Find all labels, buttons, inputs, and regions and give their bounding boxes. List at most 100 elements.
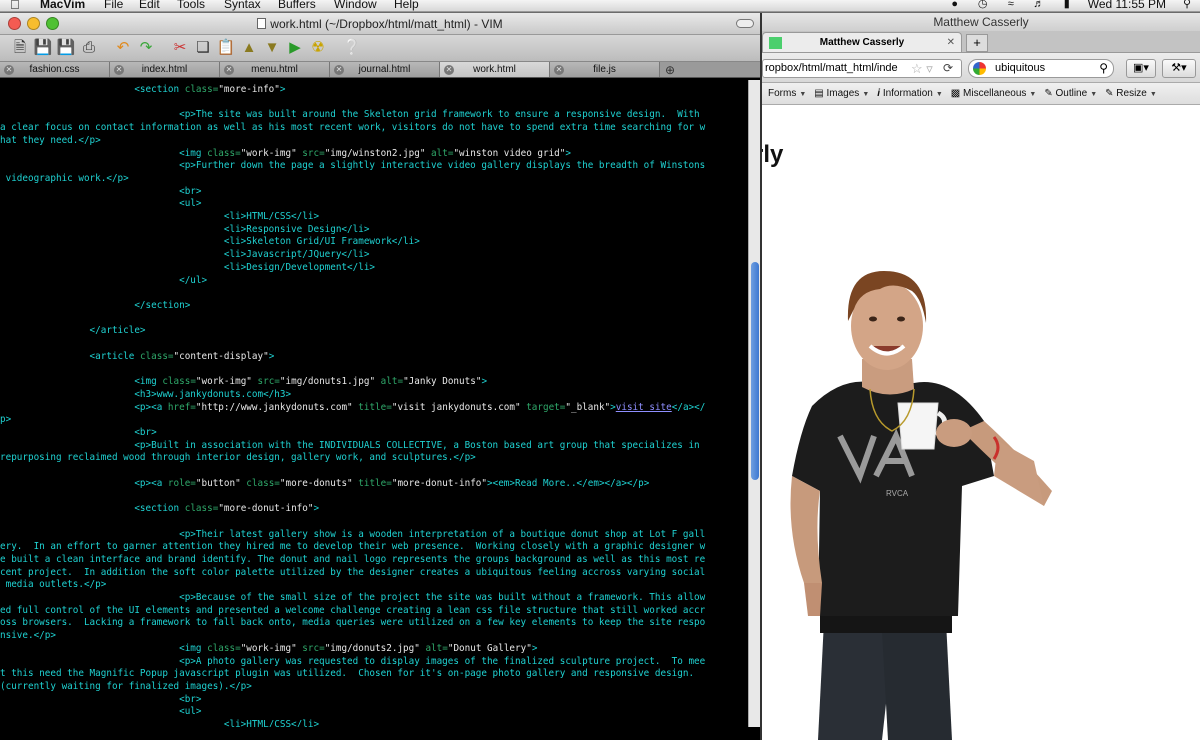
tab-index-html[interactable]: ✕ index.html	[110, 62, 220, 77]
window-zoom-button[interactable]	[46, 17, 59, 30]
dropdown-arrow-icon: ▼	[862, 91, 870, 98]
menu-window[interactable]: Window	[334, 0, 377, 10]
close-tab-icon[interactable]: ✕	[114, 65, 124, 75]
browser-tab-active[interactable]: Matthew Casserly ✕	[762, 32, 962, 52]
tab-file-js[interactable]: ✕ file.js	[550, 62, 660, 77]
vim-scrollbar[interactable]	[748, 80, 760, 727]
time-machine-icon[interactable]: ◷	[976, 0, 990, 10]
menu-buffers[interactable]: Buffers	[278, 0, 316, 10]
code-string: "_blank"	[565, 401, 611, 413]
new-tab-button[interactable]: +	[966, 34, 988, 52]
tab-label: file.js	[593, 64, 616, 75]
close-tab-icon[interactable]: ✕	[334, 65, 344, 75]
reload-icon[interactable]: ⟳	[943, 60, 953, 77]
devbar-outline[interactable]: ✎ Outline ▼	[1044, 83, 1097, 104]
code-line: <li>HTML/CSS</li>	[0, 719, 319, 727]
code-line: <img class="work-img" src="img/winston2.…	[0, 148, 571, 161]
code-text: <p><a	[0, 477, 168, 489]
menu-file[interactable]: File	[104, 0, 123, 10]
menubar-clock[interactable]: Wed 11:55 PM	[1088, 0, 1166, 10]
close-tab-icon[interactable]: ✕	[224, 65, 234, 75]
devbar-miscellaneous[interactable]: ▩ Miscellaneous ▼	[951, 83, 1037, 104]
code-string: "img/donuts1.jpg"	[279, 376, 376, 388]
paste-icon[interactable]: 📋	[216, 38, 236, 58]
code-text: <article	[0, 350, 140, 362]
tab-label: menu.html	[251, 64, 298, 75]
tab-fashion-css[interactable]: ✕ fashion.css	[0, 62, 110, 77]
menu-edit[interactable]: Edit	[139, 0, 160, 10]
code-line: <li>Design/Development</li>	[0, 262, 375, 275]
run-icon[interactable]: ▶	[285, 38, 305, 58]
code-line: <p>Their latest gallery show is a wooden…	[0, 529, 705, 542]
devbar-forms[interactable]: Forms ▼	[768, 83, 806, 104]
search-icon[interactable]: ⚲	[1099, 60, 1108, 77]
vim-editor-buffer[interactable]: <section class="more-info"> <p>The site …	[0, 80, 748, 727]
menu-syntax[interactable]: Syntax	[224, 0, 261, 10]
window-minimize-button[interactable]	[27, 17, 40, 30]
apple-menu-icon[interactable]: 	[10, 0, 20, 11]
code-line: <h3>www.jankydonuts.com</h3>	[0, 389, 291, 402]
devbar-information[interactable]: i Information ▼	[877, 83, 943, 104]
code-string: "work-img"	[240, 147, 297, 159]
wifi-icon[interactable]: ≈	[1004, 0, 1018, 10]
bookmarks-menu-button[interactable]: ▣▾	[1126, 59, 1156, 78]
help-icon[interactable]: ❔	[342, 38, 362, 58]
menu-tools[interactable]: Tools	[177, 0, 205, 10]
devbar-resize[interactable]: ✎ Resize ▼	[1105, 83, 1157, 104]
vim-scrollbar-thumb[interactable]	[751, 262, 759, 480]
code-line: <p><a href="http://www.jankydonuts.com" …	[0, 402, 705, 415]
save-all-icon[interactable]: 💾	[56, 38, 76, 58]
code-text: >	[531, 642, 538, 654]
build-icon[interactable]: ☢	[308, 38, 328, 58]
new-tab-icon[interactable]: ⊕	[660, 62, 680, 77]
code-text: <ul>	[0, 198, 202, 210]
toolbar-toggle-button[interactable]	[736, 19, 754, 28]
tools-menu-button[interactable]: ⚒▾	[1162, 59, 1196, 78]
print-icon[interactable]: ⎙	[79, 38, 99, 58]
tab-label: index.html	[141, 64, 188, 75]
close-tab-icon[interactable]: ✕	[947, 33, 955, 53]
code-text: <section	[0, 503, 185, 515]
code-attr: class=	[162, 376, 196, 388]
code-text: </section>	[0, 299, 191, 311]
menu-app[interactable]: MacVim	[40, 0, 85, 10]
code-attr: target=	[520, 401, 566, 413]
status-app-icon[interactable]: ●	[948, 0, 962, 10]
vim-toolbar: 🗎 💾 💾 ⎙ ↶ ↷ ✂ ❏ 📋 ▲ ▼ ▶ ☢ ❔	[0, 35, 760, 62]
save-icon[interactable]: 💾	[33, 38, 53, 58]
google-icon[interactable]	[973, 62, 986, 75]
close-tab-icon[interactable]: ✕	[444, 65, 454, 75]
save-session-icon[interactable]: ▼	[262, 38, 282, 58]
tab-menu-html[interactable]: ✕ menu.html	[220, 62, 330, 77]
window-close-button[interactable]	[8, 17, 21, 30]
url-bar[interactable]: ropbox/html/matt_html/inde ☆ ▿ ⟳	[762, 59, 962, 78]
web-page-viewport[interactable]: rly RVCA	[762, 131, 1200, 740]
search-input[interactable]: ubiquitous ⚲	[968, 59, 1114, 78]
code-text: <p>The site was built around the Skeleto…	[0, 109, 700, 121]
dropdown-arrow-icon: ▼	[799, 91, 807, 98]
close-tab-icon[interactable]: ✕	[4, 65, 14, 75]
bookmark-star-icon[interactable]: ☆ ▿	[911, 60, 933, 77]
battery-icon[interactable]: ▮	[1060, 0, 1074, 10]
spotlight-search-icon[interactable]: ⚲	[1180, 0, 1194, 10]
code-line: <li>Skeleton Grid/UI Framework</li>	[0, 236, 420, 249]
tab-work-html[interactable]: ✕ work.html	[440, 62, 550, 77]
code-line: <li>Javascript/JQuery</li>	[0, 249, 370, 262]
code-string: "img/donuts2.jpg"	[324, 642, 420, 654]
vim-titlebar[interactable]: work.html (~/Dropbox/html/matt_html) - V…	[0, 13, 760, 35]
tab-journal-html[interactable]: ✕ journal.html	[330, 62, 440, 77]
menu-help[interactable]: Help	[394, 0, 419, 10]
undo-icon[interactable]: ↶	[113, 38, 133, 58]
tab-label: work.html	[473, 64, 516, 75]
load-session-icon[interactable]: ▲	[239, 38, 259, 58]
open-icon[interactable]: 🗎	[10, 38, 30, 58]
copy-icon[interactable]: ❏	[193, 38, 213, 58]
cut-icon[interactable]: ✂	[170, 38, 190, 58]
devbar-images[interactable]: ▤ Images ▼	[814, 83, 869, 104]
close-tab-icon[interactable]: ✕	[554, 65, 564, 75]
code-string: "img/winston2.jpg"	[324, 147, 426, 159]
code-string: "winston video grid"	[453, 147, 566, 159]
volume-icon[interactable]: ♬	[1032, 0, 1046, 10]
redo-icon[interactable]: ↷	[136, 38, 156, 58]
code-string: "more-donut-info"	[391, 477, 487, 489]
